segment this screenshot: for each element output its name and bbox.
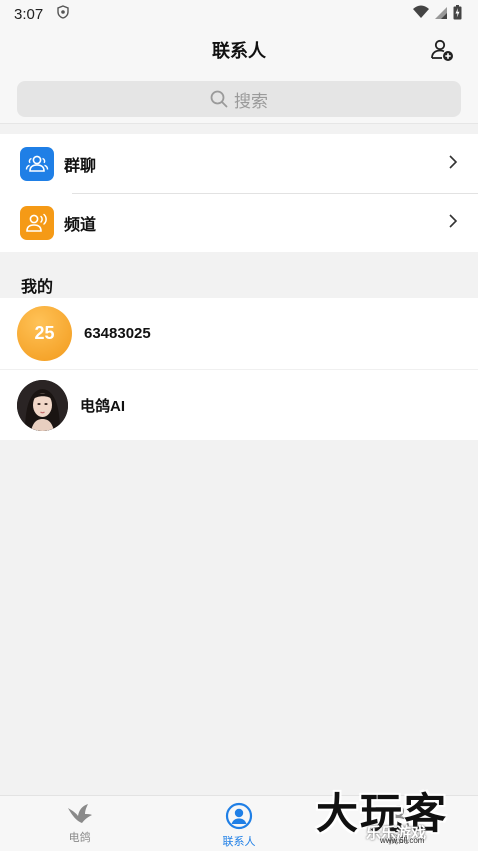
tab-label: 联系人 — [222, 836, 256, 848]
contact-name: 电鸽AI — [80, 397, 126, 415]
chevron-right-icon — [449, 214, 458, 228]
group-chat-icon — [20, 146, 54, 181]
status-time: 3:07 — [14, 5, 44, 23]
avatar — [17, 379, 68, 431]
search-input[interactable]: 搜索 — [17, 81, 461, 117]
tab-profile[interactable]: 我的 — [319, 796, 478, 851]
page-title: 联系人 — [212, 41, 266, 61]
section-title-mine: 我的 — [21, 279, 54, 296]
contacts-icon — [225, 802, 253, 830]
contact-row[interactable]: 25 63483025 — [0, 298, 478, 369]
dove-icon — [67, 804, 92, 823]
cell-signal-icon — [435, 6, 447, 23]
menu-item-label: 频道 — [64, 216, 97, 234]
my-contacts-list: 25 63483025 电鸽AI — [0, 298, 478, 440]
tab-label: 我的 — [387, 834, 410, 846]
add-contact-button[interactable] — [428, 36, 456, 64]
contacts-menu: 群聊 频道 — [0, 134, 478, 252]
status-bar: 3:07 — [0, 0, 478, 28]
battery-icon — [453, 4, 462, 24]
chevron-right-icon — [449, 155, 458, 169]
wifi-icon — [413, 5, 429, 23]
tab-dove[interactable]: 电鸽 — [0, 796, 159, 851]
tab-label: 电鸽 — [68, 832, 91, 844]
menu-item-label: 群聊 — [64, 157, 97, 175]
shield-icon — [57, 5, 69, 23]
channel-icon — [20, 205, 54, 240]
bottom-tab-bar: 电鸽 联系人 我的 — [0, 795, 478, 851]
menu-item-channel[interactable]: 频道 — [0, 193, 478, 252]
search-placeholder: 搜索 — [234, 91, 268, 111]
contact-name: 63483025 — [84, 325, 151, 342]
app-header: 联系人 — [0, 28, 478, 72]
tab-contacts[interactable]: 联系人 — [159, 796, 318, 851]
add-user-icon — [431, 39, 453, 61]
profile-icon — [387, 805, 410, 827]
menu-item-group-chat[interactable]: 群聊 — [0, 134, 478, 193]
search-icon — [210, 90, 228, 108]
contact-row[interactable]: 电鸽AI — [0, 369, 478, 440]
search-bar-container: 搜索 — [0, 72, 478, 124]
avatar: 25 — [17, 306, 72, 361]
